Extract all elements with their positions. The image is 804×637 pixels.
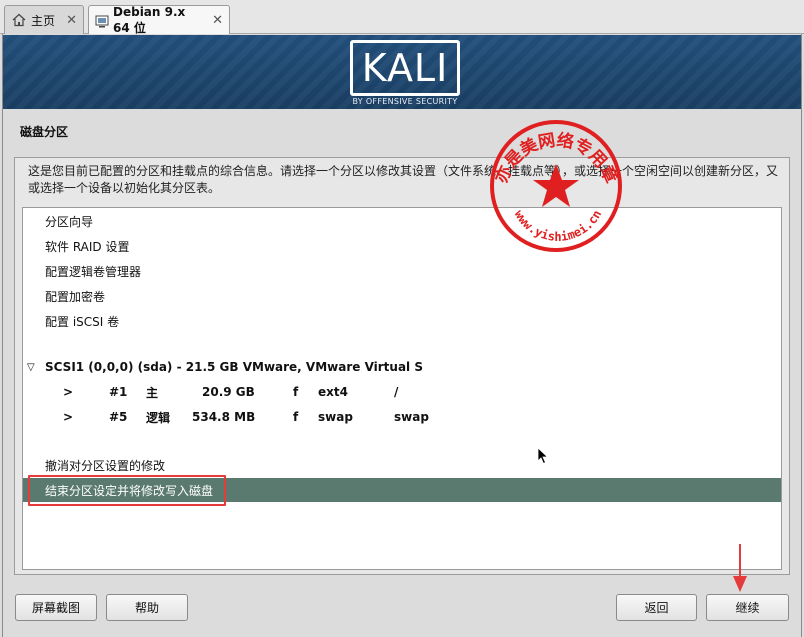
partition-type: 主: [146, 385, 159, 400]
vm-icon: [95, 13, 109, 29]
disk-label: SCSI1 (0,0,0) (sda) - 21.5 GB VMware, VM…: [45, 360, 423, 374]
page-title: 磁盘分区: [20, 125, 69, 139]
partition-mount: /: [394, 385, 399, 399]
list-item-lvm[interactable]: 配置逻辑卷管理器: [23, 259, 781, 283]
mouse-cursor-icon: [537, 447, 549, 465]
annotation-arrow-icon: [733, 544, 747, 592]
tab-vm[interactable]: Debian 9.x 64 位 ✕: [88, 5, 230, 35]
close-icon[interactable]: ✕: [202, 13, 223, 28]
partition-arrow: >: [63, 410, 74, 424]
kali-banner: KALI BY OFFENSIVE SECURITY: [3, 35, 801, 109]
close-icon[interactable]: ✕: [56, 13, 77, 28]
tab-bar: 主页 ✕ Debian 9.x 64 位 ✕: [0, 0, 804, 35]
partition-number: #5: [109, 410, 128, 424]
partition-arrow: >: [63, 385, 74, 399]
list-item-label: 分区向导: [45, 214, 94, 229]
partition-size: 20.9 GB: [202, 385, 255, 399]
screenshot-button[interactable]: 屏幕截图: [15, 594, 97, 621]
tab-home-label: 主页: [31, 13, 56, 28]
home-icon: [11, 12, 27, 28]
partition-fs: ext4: [318, 385, 348, 399]
partition-type: 逻辑: [146, 410, 171, 425]
intro-text: 这是您目前已配置的分区和挂载点的综合信息。请选择一个分区以修改其设置（文件系统、…: [28, 164, 779, 195]
continue-button[interactable]: 继续: [706, 594, 789, 621]
kali-logo: KALI: [350, 40, 460, 96]
partition-number: #1: [109, 385, 128, 399]
partition-flag: f: [293, 385, 299, 399]
back-button[interactable]: 返回: [616, 594, 697, 621]
partition-flag: f: [293, 410, 299, 424]
expand-triangle-icon[interactable]: ▽: [27, 362, 35, 373]
list-item-partition[interactable]: > #5 逻辑 534.8 MB f swap swap: [23, 405, 781, 429]
list-item-label: 配置 iSCSI 卷: [45, 314, 120, 329]
list-item-disk[interactable]: ▽ SCSI1 (0,0,0) (sda) - 21.5 GB VMware, …: [23, 355, 781, 379]
kali-tagline: BY OFFENSIVE SECURITY: [352, 97, 458, 106]
tab-home[interactable]: 主页 ✕: [4, 5, 84, 34]
list-item-label: 配置加密卷: [45, 289, 106, 304]
tab-vm-label: Debian 9.x 64 位: [113, 5, 186, 35]
partition-list[interactable]: 分区向导 软件 RAID 设置 配置逻辑卷管理器 配置加密卷 配置 iSCSI …: [22, 207, 782, 570]
list-item-guided[interactable]: 分区向导: [23, 209, 781, 233]
list-item-crypto[interactable]: 配置加密卷: [23, 284, 781, 308]
list-item-label: 配置逻辑卷管理器: [45, 264, 142, 279]
partition-size: 534.8 MB: [192, 410, 256, 424]
annotation-highlight-box: [28, 475, 226, 506]
list-item-iscsi[interactable]: 配置 iSCSI 卷: [23, 309, 781, 333]
list-item-partition[interactable]: > #1 主 20.9 GB f ext4 /: [23, 380, 781, 404]
help-button[interactable]: 帮助: [106, 594, 188, 621]
list-item-undo[interactable]: 撤消对分区设置的修改: [23, 453, 781, 477]
list-item-raid[interactable]: 软件 RAID 设置: [23, 234, 781, 258]
partition-mount: swap: [394, 410, 429, 424]
list-item-label: 撤消对分区设置的修改: [45, 458, 166, 473]
partition-fs: swap: [318, 410, 353, 424]
list-item-label: 软件 RAID 设置: [45, 239, 130, 254]
